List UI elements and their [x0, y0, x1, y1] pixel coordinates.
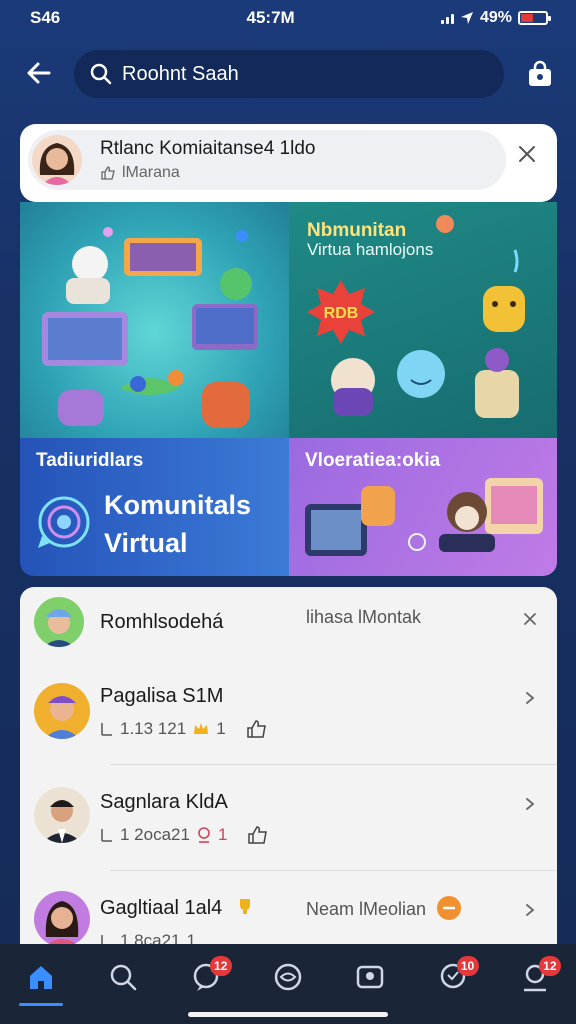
chat-bubble-icon — [38, 496, 90, 548]
community-illustration — [42, 227, 258, 428]
community-pill[interactable]: Rtlanc Komiaitanse4 1ldo lMarana — [28, 130, 506, 190]
row-title: Romhlsodehá — [100, 611, 224, 633]
tile-community-games[interactable] — [20, 202, 289, 438]
tile-virtual-communities[interactable]: Nbmunitan Virtua hamlojons RDB — [289, 202, 557, 438]
list-item[interactable]: Pagalisa S1M 1.13 121 1 — [20, 655, 557, 765]
profile-badge: 12 — [538, 956, 561, 976]
pill-subtitle: lMarana — [122, 164, 180, 181]
battery-level — [521, 14, 533, 22]
row-title: Gagltiaal 1al4 — [100, 897, 223, 919]
row-title: Sagnlara KldA — [100, 791, 228, 813]
status-time: S46 — [30, 8, 61, 27]
nav-home[interactable] — [17, 962, 65, 1006]
calls-badge: 10 — [456, 956, 479, 976]
row-right-text: lihasa lMontak — [306, 607, 422, 627]
nav-watch[interactable] — [264, 962, 312, 1002]
nav-chat[interactable]: 12 — [182, 956, 232, 1002]
avatar — [34, 597, 84, 647]
avatar — [32, 135, 82, 185]
feature-grid: Nbmunitan Virtua hamlojons RDB Tadiuridl… — [20, 202, 557, 576]
avatar — [34, 683, 90, 739]
tile-big-line2: Virtual — [104, 528, 188, 558]
nav-search[interactable] — [99, 962, 147, 1002]
bag-icon — [529, 60, 551, 86]
tile-title: Tadiuridlars — [36, 450, 144, 471]
top-bar — [0, 46, 576, 102]
tile-komunitas-virtual[interactable]: Tadiuridlars Komunitals Virtual — [20, 438, 289, 576]
thumbs-up-icon — [101, 723, 112, 736]
back-button[interactable] — [22, 56, 56, 90]
nav-calls[interactable]: 10 — [429, 956, 479, 1002]
search-bar[interactable] — [74, 50, 504, 98]
chevron-right-icon[interactable] — [523, 903, 537, 917]
like-icon[interactable] — [247, 825, 269, 845]
close-icon[interactable] — [523, 612, 537, 626]
chevron-right-icon[interactable] — [523, 691, 537, 705]
thumbs-up-icon — [101, 166, 115, 180]
list-item[interactable]: Romhlsodehá lihasa lMontak — [20, 587, 557, 655]
battery-icon — [518, 11, 551, 25]
home-icon — [30, 966, 53, 989]
trophy-icon — [240, 899, 250, 914]
eye-icon — [274, 963, 302, 991]
home-indicator — [188, 1012, 388, 1017]
list-item[interactable]: Sagnlara KldA 1 2oca21 1 — [20, 765, 557, 871]
chevron-right-icon[interactable] — [523, 797, 537, 811]
shop-button[interactable] — [522, 56, 558, 92]
status-center-time: 45:7M — [246, 8, 295, 27]
community-pill-card[interactable]: Rtlanc Komiaitanse4 1ldo lMarana — [20, 124, 557, 202]
close-icon[interactable] — [515, 142, 539, 166]
pill-title: Rtlanc Komiaitanse4 1ldo — [100, 138, 316, 159]
video-illustration — [305, 478, 543, 556]
member-list: Romhlsodehá lihasa lMontak Pagalisa S1M … — [20, 587, 557, 947]
row-title: Pagalisa S1M — [100, 685, 224, 707]
status-dot-icon — [437, 896, 461, 920]
search-icon — [111, 964, 137, 991]
characters-illustration: RDB — [307, 215, 525, 418]
avatar — [34, 787, 90, 843]
row-extra: 1 — [216, 719, 226, 738]
pin-icon — [198, 827, 210, 843]
search-icon — [90, 63, 112, 85]
row-count: 1.13 121 — [120, 719, 187, 738]
chat-badge: 12 — [209, 956, 232, 976]
location-icon — [460, 12, 473, 24]
status-indicators: 49% — [440, 9, 551, 27]
thumbs-up-icon — [101, 829, 112, 842]
row-count: 1 2oca21 — [120, 825, 190, 844]
tile-big-line1: Komunitals — [104, 490, 252, 520]
avatar — [34, 891, 90, 947]
rdb-badge-text: RDB — [324, 305, 359, 322]
row-right-text: Neam lMeolian — [306, 899, 427, 919]
status-bar: S46 45:7M 49% — [0, 0, 576, 36]
row-extra: 1 — [217, 825, 228, 844]
list-item[interactable]: Gagltiaal 1al4 Neam lMeolian 1 8ca21 1 — [20, 871, 557, 947]
active-indicator — [19, 1003, 64, 1006]
search-input[interactable] — [122, 62, 462, 86]
media-icon — [357, 965, 384, 989]
signal-icon — [440, 12, 454, 24]
crown-icon — [194, 723, 209, 734]
nav-media[interactable] — [346, 962, 394, 1002]
like-icon[interactable] — [246, 719, 268, 739]
nav-profile[interactable]: 12 — [511, 956, 561, 1002]
tile-video-creators[interactable]: Vloeratiea:okia — [289, 438, 557, 576]
battery-percent: 49% — [479, 9, 512, 26]
arrow-left-icon — [27, 62, 51, 84]
